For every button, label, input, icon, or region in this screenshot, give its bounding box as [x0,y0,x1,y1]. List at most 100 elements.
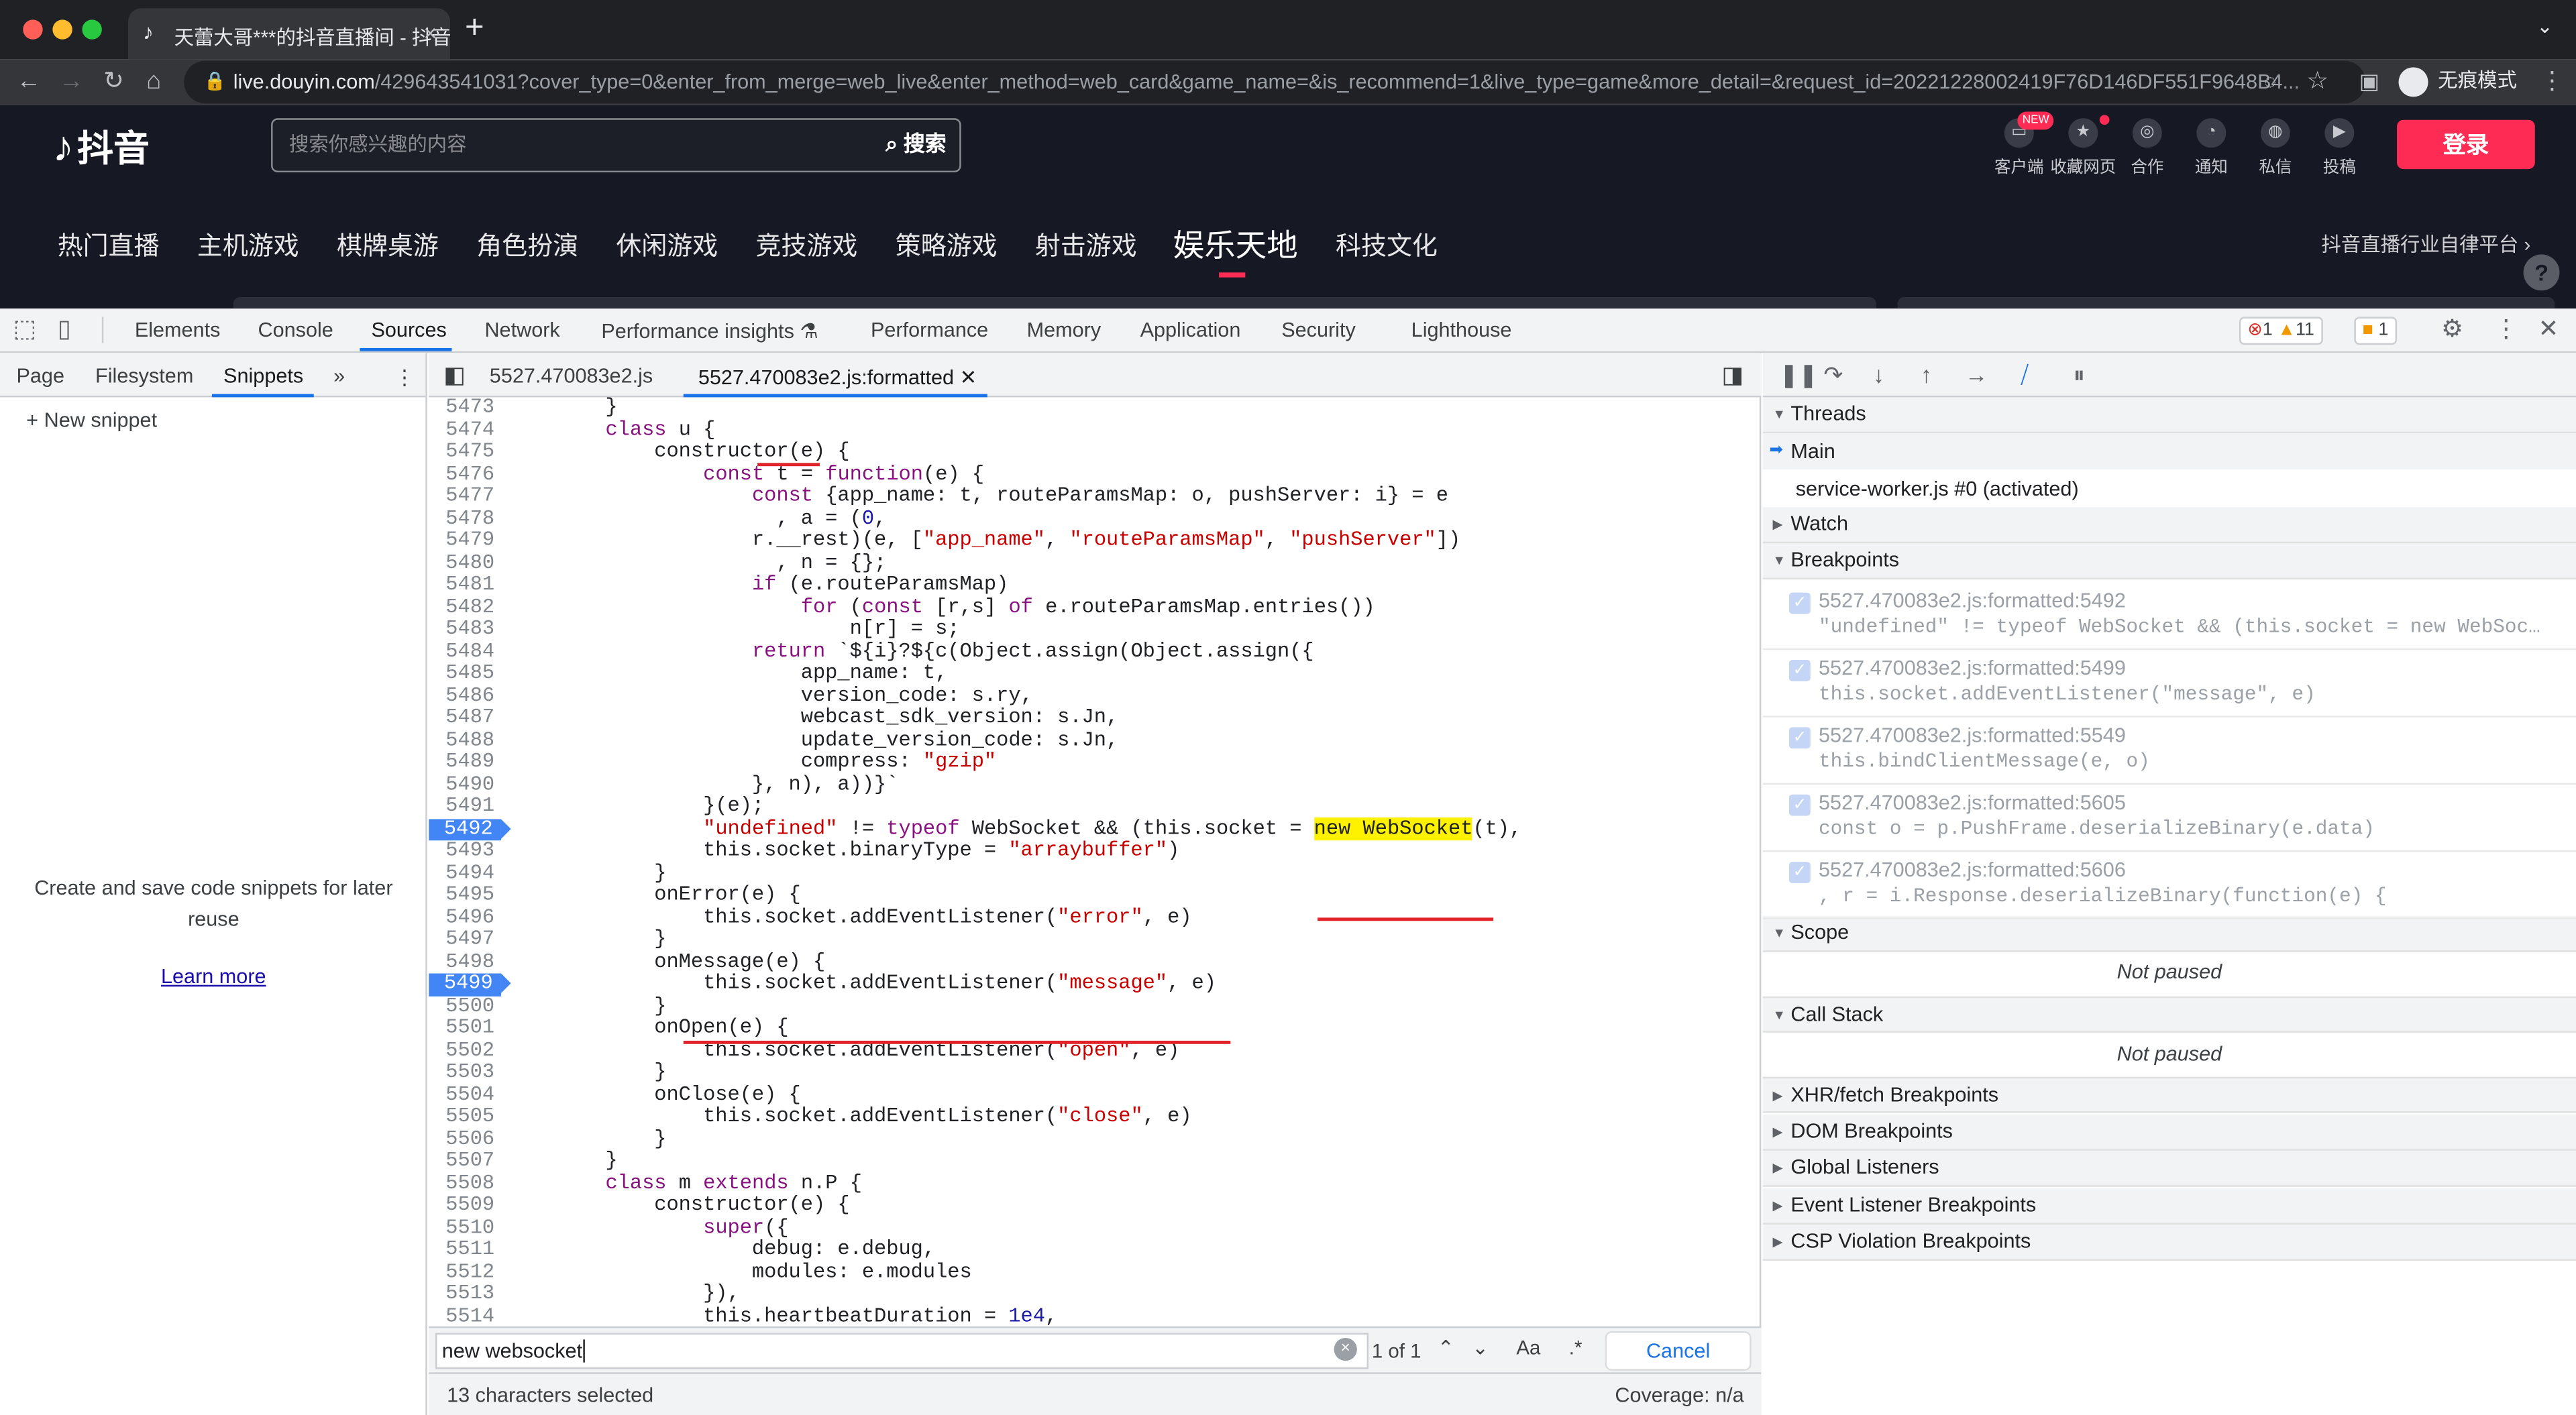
tab-filesystem[interactable]: Filesystem [95,364,193,387]
tab-elements[interactable]: Elements [135,319,221,341]
line-number[interactable]: 5479 [429,529,494,553]
search-input[interactable]: 搜索你感兴趣的内容 ⌕ 搜索 [271,118,961,173]
device-toolbar-icon[interactable]: ▯ [58,315,71,345]
line-number[interactable]: 5486 [429,685,494,708]
line-number[interactable]: 5496 [429,906,494,929]
scope-section-header[interactable]: ▼ Scope [1762,915,2576,952]
tab-network[interactable]: Network [484,319,559,341]
xhr-breakpoints-header[interactable]: ▶ XHR/fetch Breakpoints [1762,1076,2576,1113]
line-number[interactable]: 5510 [429,1216,494,1239]
breakpoint-item[interactable]: ✓ 5527.470083e2.js:formatted:5499 this.soc… [1762,650,2576,718]
step-out-icon[interactable]: ↑ [1921,361,1932,388]
favorite-page-button[interactable]: ★ 收藏网页 [2047,118,2119,177]
line-number[interactable]: 5505 [429,1106,494,1129]
breakpoint-checkbox[interactable]: ✓ [1788,794,1811,816]
tab-search-chevron-icon[interactable]: ⌄ [2536,15,2553,38]
more-options-icon[interactable]: ⋮ [2494,315,2519,345]
new-tab-icon[interactable]: + [465,11,484,44]
step-over-icon[interactable]: ↷ [1823,361,1843,390]
help-button[interactable]: ? [2523,254,2560,291]
error-warning-counter[interactable]: ⊗1 ▲11 [2239,317,2323,345]
breakpoint-item[interactable]: ✓ 5527.470083e2.js:formatted:5606 , r = i.… [1762,852,2576,919]
upload-button[interactable]: ▶ 投稿 [2303,118,2375,177]
line-number[interactable]: 5489 [429,751,494,774]
cooperate-button[interactable]: ◎ 合作 [2111,118,2184,177]
tab-performance-insights[interactable]: Performance insights ⚗ [601,319,818,343]
line-number[interactable]: 5498 [429,950,494,974]
line-number[interactable]: 5478 [429,507,494,530]
dom-breakpoints-header[interactable]: ▶ DOM Breakpoints [1762,1115,2576,1151]
douyin-logo[interactable]: ♪ 抖音 [52,121,150,174]
toggle-debugger-icon[interactable]: ◨ [1722,361,1743,390]
tab-application[interactable]: Application [1140,319,1241,341]
tab-snippets[interactable]: Snippets [223,364,303,387]
line-number[interactable]: 5491 [429,795,494,818]
breakpoint-line-number[interactable]: 5492 [429,817,511,841]
lock-icon[interactable]: 🔒 [204,61,227,104]
next-match-icon[interactable]: ⌄ [1472,1337,1489,1359]
learn-more-link[interactable]: Learn more [161,965,266,988]
line-number[interactable]: 5484 [429,640,494,663]
editor-tab-min-js[interactable]: 5527.470083e2.js [490,364,653,387]
pause-icon[interactable]: ❚❚ [1779,361,1817,390]
line-number[interactable]: 5501 [429,1017,494,1040]
line-number[interactable]: 5507 [429,1150,494,1173]
step-into-icon[interactable]: ↓ [1873,361,1884,388]
search-button[interactable]: ⌕ 搜索 [885,120,946,169]
line-number[interactable]: 5514 [429,1305,494,1328]
call-stack-section-header[interactable]: ▼ Call Stack [1762,996,2576,1033]
browser-menu-icon[interactable]: ⋮ [2540,66,2565,99]
nav-item-strategy[interactable]: 策略游戏 [896,227,998,263]
nav-item-casual[interactable]: 休闲游戏 [616,227,718,263]
bookmark-star-icon[interactable]: ☆ [2306,66,2328,99]
settings-gear-icon[interactable]: ⚙ [2441,315,2463,345]
regex-button[interactable]: .* [1569,1337,1582,1359]
code-view[interactable]: 5473 } 5474 class u {5475 constructor(e) … [429,397,1761,1333]
find-input[interactable]: new websocket [435,1333,1369,1369]
line-number[interactable]: 5481 [429,573,494,597]
platform-link[interactable]: 抖音直播行业自律平台 › [2321,230,2530,258]
line-number[interactable]: 5474 [429,418,494,441]
nav-item-board-games[interactable]: 棋牌桌游 [337,227,439,263]
line-number[interactable]: 5497 [429,928,494,951]
close-tab-icon[interactable]: ✕ [960,366,977,389]
eye-slash-icon[interactable]: ◌ [2264,66,2277,99]
login-button[interactable]: 登录 [2397,119,2535,170]
line-number[interactable]: 5508 [429,1172,494,1195]
line-number[interactable]: 5502 [429,1039,494,1062]
reload-icon[interactable]: ↻ [103,66,124,99]
breakpoint-checkbox[interactable]: ✓ [1788,592,1811,614]
tab-sources[interactable]: Sources [371,319,446,341]
close-tab-icon[interactable]: × [423,19,437,46]
thread-main[interactable]: ➡ Main [1762,433,2576,470]
line-number[interactable]: 5504 [429,1084,494,1107]
tab-performance[interactable]: Performance [871,319,988,341]
line-number[interactable]: 5503 [429,1061,494,1084]
event-listener-breakpoints-header[interactable]: ▶ Event Listener Breakpoints [1762,1188,2576,1225]
previous-match-icon[interactable]: ⌃ [1438,1337,1454,1359]
line-number[interactable]: 5490 [429,773,494,796]
navigator-menu-icon[interactable]: ⋮ [394,364,415,389]
line-number[interactable]: 5513 [429,1283,494,1306]
side-panel-icon[interactable]: ▣ [2359,66,2379,99]
line-number[interactable]: 5488 [429,729,494,752]
forward-icon[interactable]: → [59,66,84,99]
back-icon[interactable]: ← [16,66,41,99]
tab-memory[interactable]: Memory [1027,319,1102,341]
browser-tab[interactable]: ♪ 天蕾大哥***的抖音直播间 - 抖音直 × [128,8,451,60]
line-number[interactable]: 5480 [429,551,494,575]
tab-console[interactable]: Console [258,319,333,341]
issues-counter[interactable]: ■ 1 [2354,317,2397,345]
inspect-element-icon[interactable]: ⬚ [13,315,37,345]
threads-section-header[interactable]: ▼ Threads [1762,397,2576,434]
nav-item-shooter[interactable]: 射击游戏 [1035,227,1137,263]
tab-lighthouse[interactable]: Lighthouse [1411,319,1512,341]
line-number[interactable]: 5495 [429,884,494,907]
line-number[interactable]: 5473 [429,397,494,419]
deactivate-breakpoints-icon[interactable]: ⧸ [2021,361,2029,390]
breakpoint-checkbox[interactable]: ✓ [1788,660,1811,681]
nav-item-tech[interactable]: 科技文化 [1336,227,1438,263]
close-window-button[interactable] [23,19,43,40]
match-case-button[interactable]: Aa [1516,1337,1540,1359]
toggle-navigator-icon[interactable]: ◧ [443,361,465,390]
